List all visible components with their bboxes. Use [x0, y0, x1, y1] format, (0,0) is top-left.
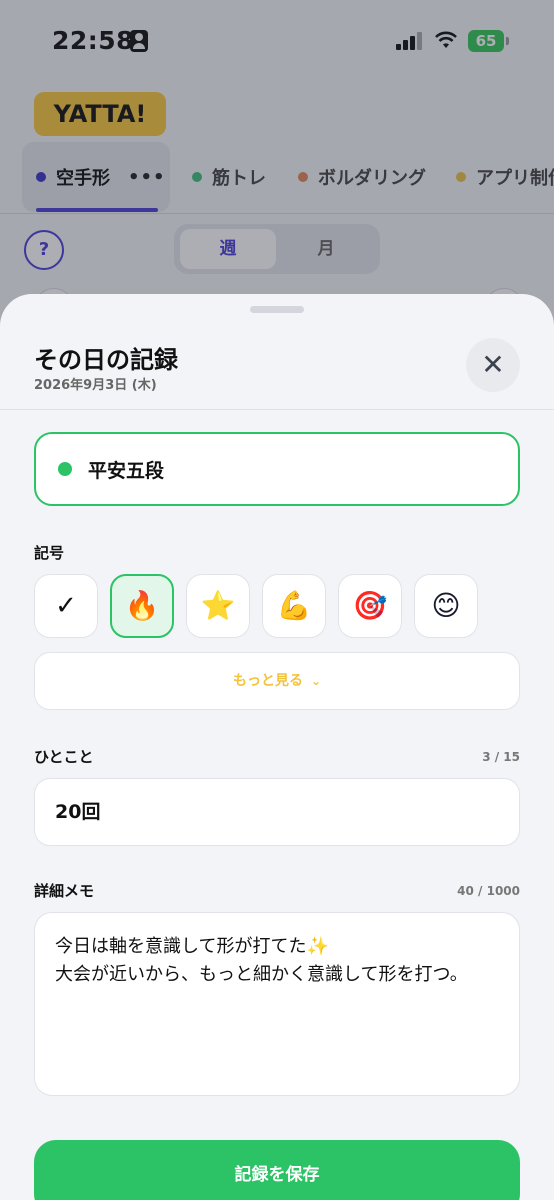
- fire-icon[interactable]: 🔥: [110, 574, 174, 638]
- comment-input[interactable]: 20回: [34, 778, 520, 846]
- sheet-header: その日の記録 2026年9月3日 (木) ✕: [0, 294, 554, 410]
- practice-card[interactable]: 平安五段: [34, 432, 520, 506]
- symbol-picker: ✓ 🔥 ⭐ 💪 🎯 😊: [34, 574, 490, 638]
- close-icon: ✕: [481, 348, 505, 381]
- target-icon[interactable]: 🎯: [338, 574, 402, 638]
- smile-icon[interactable]: 😊: [414, 574, 478, 638]
- close-button[interactable]: ✕: [466, 338, 520, 392]
- symbols-label: 記号: [34, 544, 65, 562]
- muscle-icon[interactable]: 💪: [262, 574, 326, 638]
- memo-textarea[interactable]: 今日は軸を意識して形が打てた✨ 大会が近いから、もっと細かく意識して形を打つ。: [34, 912, 520, 1096]
- memo-label: 詳細メモ: [34, 882, 95, 900]
- comment-counter: 3 / 15: [482, 750, 520, 764]
- chevron-down-icon: ⌄: [310, 674, 322, 688]
- memo-counter: 40 / 1000: [457, 884, 520, 898]
- show-more-button[interactable]: もっと見る ⌄: [34, 652, 520, 710]
- practice-color-dot: [58, 462, 72, 476]
- show-more-label: もっと見る: [232, 673, 303, 689]
- sheet-title: その日の記録: [34, 346, 178, 374]
- sheet-date: 2026年9月3日 (木): [34, 378, 157, 393]
- check-icon[interactable]: ✓: [34, 574, 98, 638]
- star-icon[interactable]: ⭐: [186, 574, 250, 638]
- save-record-button[interactable]: 記録を保存: [34, 1140, 520, 1200]
- practice-name: 平安五段: [88, 459, 165, 482]
- daily-record-sheet: その日の記録 2026年9月3日 (木) ✕ 平安五段 記号 ✓ 🔥 ⭐ 💪 🎯…: [0, 294, 554, 1200]
- comment-label: ひとこと: [34, 748, 94, 766]
